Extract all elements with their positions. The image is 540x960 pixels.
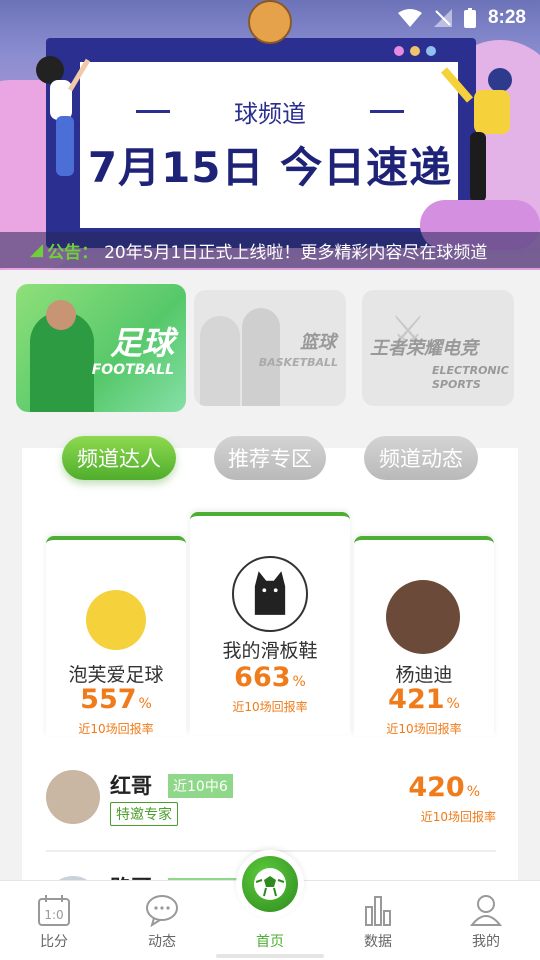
expert-name: 杨迪迪: [395, 664, 453, 686]
avatar: [386, 580, 460, 654]
home-indicator: [216, 954, 324, 958]
nav-data[interactable]: 数据: [324, 881, 432, 960]
expert-rate: 421%: [388, 684, 460, 715]
category-esports[interactable]: ⚔ 王者荣耀电竞 ELECTRONIC SPORTS: [362, 290, 514, 406]
nav-feed[interactable]: 动态: [108, 881, 216, 960]
category-football[interactable]: 足球 FOOTBALL: [16, 284, 186, 412]
expert-card[interactable]: 我的滑板鞋 663% 近10场回报率: [190, 512, 350, 734]
svg-text:1:0: 1:0: [44, 908, 63, 922]
nav-label: 比分: [40, 934, 68, 950]
avatar: [232, 556, 308, 632]
expert-card[interactable]: 杨迪迪 421% 近10场回报率: [354, 536, 494, 736]
avatar: [86, 590, 146, 650]
chat-bubble-icon: [146, 895, 178, 927]
channel-tabs: 频道达人 推荐专区 频道动态: [22, 436, 518, 486]
expert-rate: 663%: [234, 662, 306, 693]
category-label-en: BASKETBALL: [258, 356, 338, 369]
status-bar: 8:28: [0, 0, 540, 36]
category-selector: 足球 FOOTBALL 篮球 BASKETBALL ⚔ 王者荣耀电竞 ELECT…: [16, 284, 524, 414]
soccer-ball-icon: [242, 856, 298, 912]
football-player-head: [46, 300, 76, 330]
nav-profile[interactable]: 我的: [432, 881, 540, 960]
nav-scores[interactable]: 1:0 比分: [0, 881, 108, 960]
rate-label: 近10场回报率: [78, 722, 154, 736]
person-illustration: [440, 67, 512, 202]
rate-label: 近10场回报率: [386, 722, 462, 736]
scoreboard-icon: 1:0: [38, 895, 70, 926]
expert-rate: 557%: [80, 684, 152, 715]
wifi-icon: [397, 9, 422, 27]
person-illustration: [36, 56, 90, 176]
banner-screen-dots: [62, 42, 462, 60]
banner[interactable]: 球频道 7月15日 今日速递 ◢ 公告： 20年5月1日正式上线啦！更多精彩内容…: [0, 0, 540, 270]
announcement-label: 公告：: [47, 242, 99, 263]
announcement-text: 20年5月1日正式上线啦！更多精彩内容尽在球频道: [104, 242, 488, 263]
megaphone-icon: ◢: [30, 240, 44, 260]
expert-rate: 420%: [408, 772, 480, 803]
clock: 8:28: [487, 7, 526, 28]
special-expert-badge: 特邀专家: [110, 802, 178, 826]
rate-label: 近10场回报率: [420, 810, 496, 824]
category-label-en: FOOTBALL: [91, 362, 174, 378]
expert-name: 红哥: [110, 774, 152, 798]
tab-recommended[interactable]: 推荐专区: [214, 436, 326, 480]
nav-label: 我的: [472, 934, 500, 950]
category-label: 王者荣耀电竞: [370, 338, 478, 359]
category-basketball[interactable]: 篮球 BASKETBALL: [194, 290, 346, 406]
tab-channel-experts[interactable]: 频道达人: [62, 436, 176, 480]
nav-label: 动态: [148, 934, 176, 950]
user-icon: [469, 895, 503, 926]
category-label: 足球: [109, 324, 174, 362]
rate-label: 近10场回报率: [232, 700, 308, 714]
home-button[interactable]: [236, 850, 304, 918]
category-label: 篮球: [300, 332, 336, 353]
expert-name: 我的滑板鞋: [222, 640, 318, 662]
battery-icon: [463, 8, 476, 28]
announcement-bar[interactable]: ◢ 公告： 20年5月1日正式上线啦！更多精彩内容尽在球频道: [0, 232, 540, 268]
nav-label: 数据: [364, 934, 392, 950]
list-item[interactable]: 红哥 近10中6 特邀专家 420% 近10场回报率: [46, 766, 496, 846]
signal-icon: [433, 9, 452, 27]
expert-card[interactable]: 泡芙爱足球 557% 近10场回报率: [46, 536, 186, 736]
record-badge: 近10中6: [168, 774, 233, 798]
avatar: [46, 770, 100, 824]
nav-label: 首页: [256, 934, 284, 950]
bar-chart-icon: [365, 896, 391, 926]
category-label-en: ELECTRONIC SPORTS: [432, 364, 509, 391]
basketball-player-image: [200, 316, 240, 406]
expert-name: 泡芙爱足球: [68, 664, 164, 686]
tab-channel-updates[interactable]: 频道动态: [364, 436, 478, 480]
